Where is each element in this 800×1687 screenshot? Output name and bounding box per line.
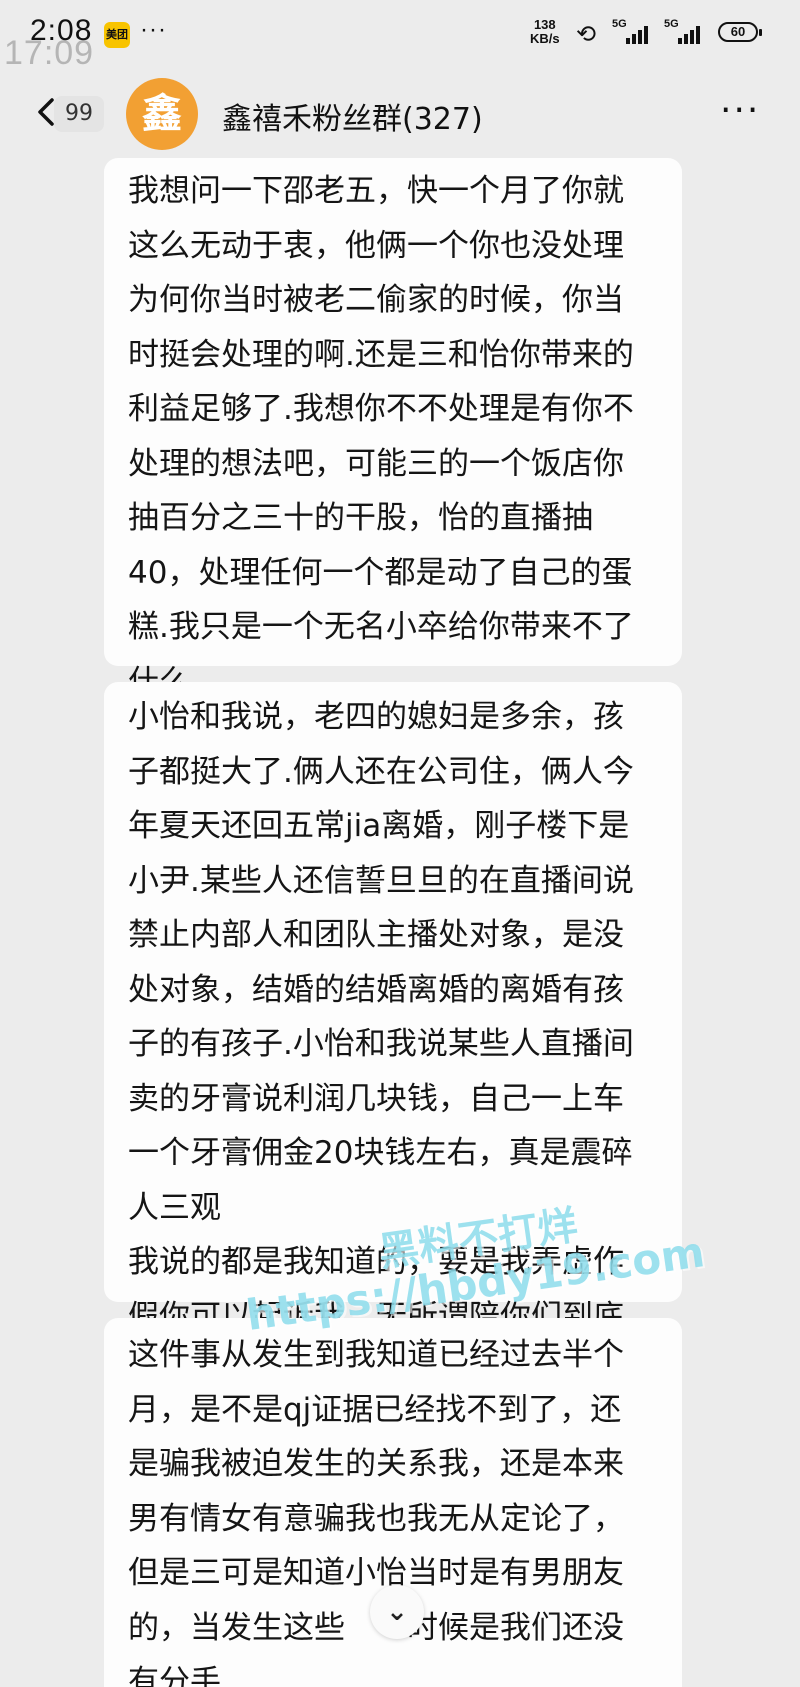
message-line: 处对象，结婚的结婚离婚的离婚有孩: [128, 971, 624, 1008]
status-time: 2:08: [30, 14, 93, 47]
message-line: 一个牙膏佣金20块钱左右，真是震碎: [128, 1135, 633, 1171]
chat-title: 鑫禧禾粉丝群(327): [222, 102, 483, 137]
message-line: 40，处理任何一个都是动了自己的蛋: [128, 554, 633, 591]
unread-count-badge[interactable]: 99: [54, 96, 104, 132]
message-bubble[interactable]: 我想问一下邵老五，快一个月了你就 这么无动于衷，他俩一个你也没处理 为何你当时被…: [104, 158, 682, 700]
message-line: 子的有孩子.小怡和我说某些人直播间: [128, 1026, 634, 1062]
message-line: 糕.我只是一个无名小卒给你带来不了: [128, 609, 634, 645]
message-line: 抽百分之三十的干股，怡的直播抽: [128, 500, 593, 536]
meituan-app-icon: 美团: [104, 22, 130, 48]
scroll-to-bottom-button[interactable]: ⌄: [370, 1585, 424, 1639]
signal-2-icon: 5G: [664, 18, 706, 46]
message-line: 这么无动于衷，他俩一个你也没处理: [128, 227, 624, 264]
net-speed: 138 KB/s: [530, 17, 560, 46]
message-line: 时挺会处理的啊.还是三和怡你带来的: [128, 336, 634, 373]
message-line: 男有情女有意骗我也我无从定论了，: [128, 1500, 624, 1537]
message-line: 是骗我被迫发生的关系我，还是本来: [128, 1446, 624, 1482]
message-line: 处理的想法吧，可能三的一个饭店你: [128, 445, 624, 482]
message-line: 为何你当时被老二偷家的时候，你当: [128, 282, 624, 318]
message-line: 我想问一下邵老五，快一个月了你就: [128, 173, 624, 209]
more-options-icon[interactable]: ···: [720, 93, 760, 129]
status-more-dots: ···: [140, 16, 167, 43]
message-line: 月，是不是qj证据已经找不到了，还: [128, 1391, 622, 1428]
message-line: 有分手.: [128, 1664, 231, 1687]
message-line: 卖的牙膏说利润几块钱，自己一上车: [128, 1080, 624, 1117]
hotspot-icon: ⟲: [576, 21, 597, 48]
message-line: 禁止内部人和团队主播处对象，是没: [128, 917, 624, 953]
chevron-double-down-icon: ⌄: [386, 1597, 408, 1627]
group-avatar[interactable]: 鑫: [126, 78, 198, 150]
message-line: 这件事从发生到我知道已经过去半个: [128, 1337, 624, 1373]
message-line: 年夏天还回五常jia离婚，刚子楼下是: [128, 808, 630, 844]
message-line: 小尹.某些人还信誓旦旦的在直播间说: [128, 862, 634, 899]
signal-1-icon: 5G: [612, 18, 654, 46]
message-line: 利益足够了.我想你不不处理是有你不: [128, 391, 634, 427]
battery-icon: 60: [718, 22, 762, 42]
status-bar: 17:09 2:08 美团 ··· 138 KB/s ⟲ 5G 5G 60: [0, 0, 800, 72]
message-line: 小怡和我说，老四的媳妇是多余，孩: [128, 699, 624, 735]
message-line: 子都挺大了.俩人还在公司住，俩人今: [128, 753, 634, 790]
chat-header: 99 鑫 鑫禧禾粉丝群(327) ···: [0, 66, 800, 162]
